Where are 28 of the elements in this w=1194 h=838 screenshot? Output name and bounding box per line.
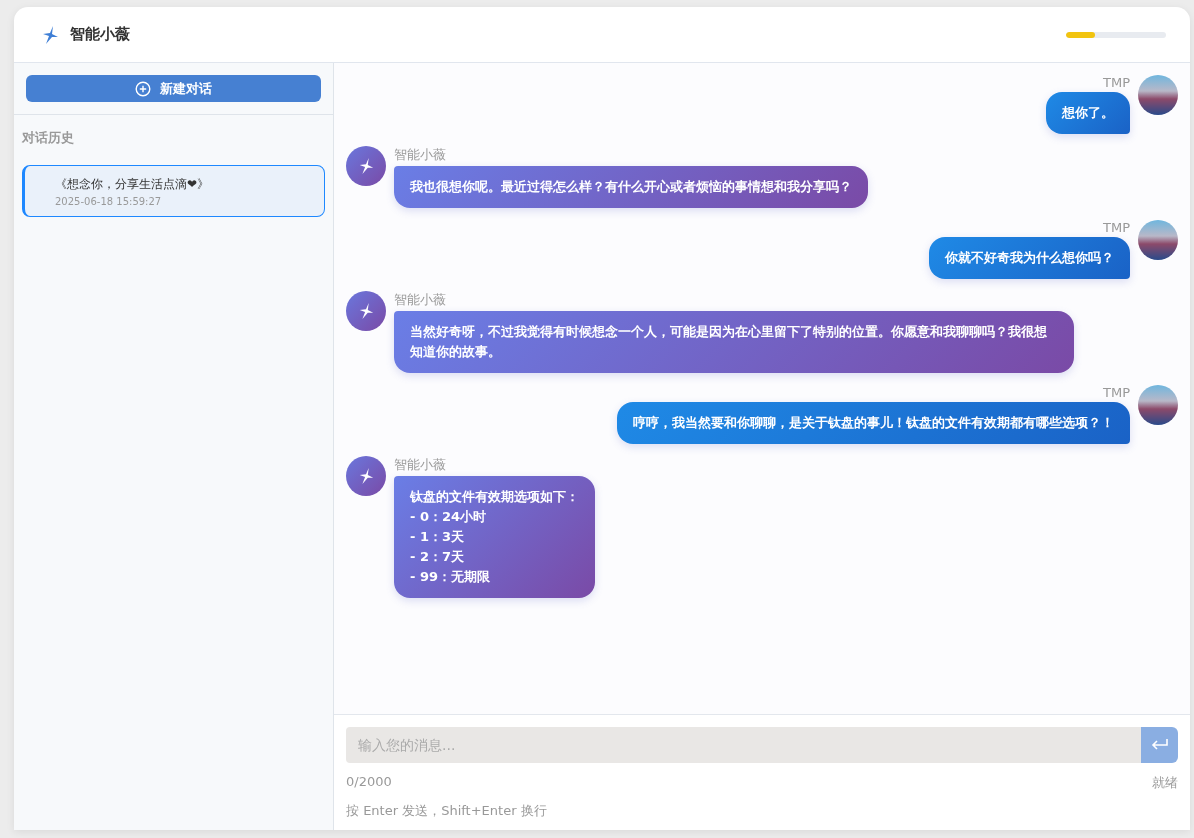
sender-name: 智能小薇 — [394, 291, 447, 309]
history-item[interactable]: 《想念你，分享生活点滴❤》 2025-06-18 15:59:27 — [22, 165, 325, 217]
character-counter: 0/2000 — [346, 774, 392, 791]
conversation-title: 《想念你，分享生活点滴❤》 — [55, 176, 211, 193]
sender-name: TMP — [1103, 385, 1130, 400]
avatar-photo-placeholder — [1138, 385, 1178, 425]
app-title: 智能小薇 — [70, 25, 130, 44]
enter-icon — [1150, 738, 1169, 752]
sender-name: 智能小薇 — [394, 146, 447, 164]
sender-name: 智能小薇 — [394, 456, 447, 474]
conversation-time: 2025-06-18 15:59:27 — [55, 196, 163, 207]
message-bubble: 钛盘的文件有效期选项如下： - 0：24小时 - 1：3天 - 2：7天 - 99：无期限 — [394, 476, 595, 598]
avatar-photo-placeholder — [1138, 75, 1178, 115]
message-bubble: 哼哼，我当然要和你聊聊，是关于钛盘的事儿！钛盘的文件有效期都有哪些选项？！ — [617, 402, 1130, 444]
status-text: 就绪 — [1152, 774, 1178, 792]
avatar-photo-placeholder — [1138, 220, 1178, 260]
new-chat-button[interactable]: 新建对话 — [26, 75, 321, 102]
sender-name: TMP — [1103, 75, 1130, 90]
message-bubble: 想你了。 — [1046, 92, 1130, 134]
plus-circle-icon — [135, 80, 151, 97]
keyboard-hint: 按 Enter 发送，Shift+Enter 换行 — [346, 802, 548, 820]
send-button[interactable] — [1141, 727, 1178, 763]
history-heading: 对话历史 — [21, 129, 75, 147]
message-input[interactable]: 输入您的消息... — [346, 727, 1141, 763]
message-bubble: 你就不好奇我为什么想你吗？ — [929, 237, 1130, 279]
message-bubble: 当然好奇呀，不过我觉得有时候想念一个人，可能是因为在心里留下了特别的位置。你愿意和我聊聊吗？我很想知道你的故事。 — [394, 311, 1074, 373]
message-bubble: 我也很想你呢。最近过得怎么样？有什么开心或者烦恼的事情想和我分享吗？ — [394, 166, 868, 208]
sender-name: TMP — [1103, 220, 1130, 235]
